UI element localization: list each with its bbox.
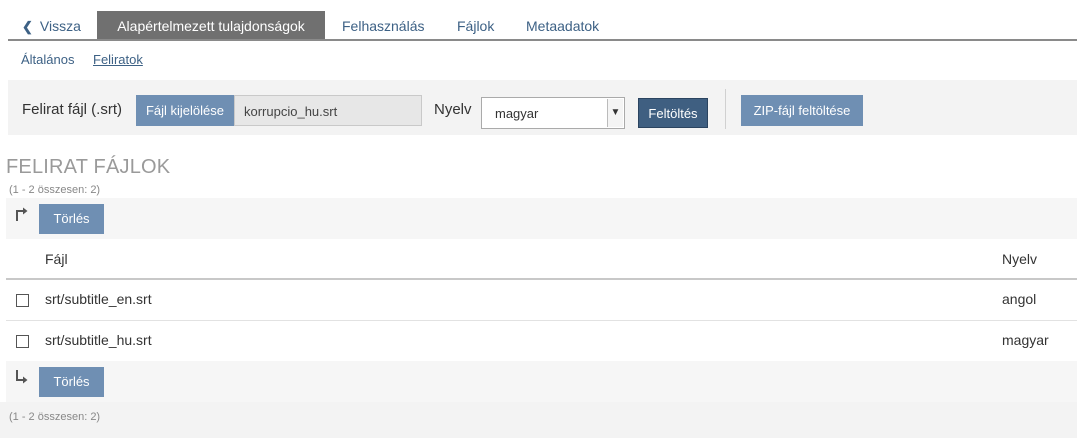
- row-file: srt/subtitle_hu.srt: [45, 332, 152, 348]
- subtitle-file-label: Felirat fájl (.srt): [22, 101, 123, 118]
- chevron-left-icon: ❮: [22, 19, 33, 34]
- row-checkbox[interactable]: [16, 335, 29, 348]
- tab-usage[interactable]: Felhasználás: [342, 11, 425, 39]
- tab-default-properties[interactable]: Alapértelmezett tulajdonságok: [97, 11, 325, 39]
- header-language: Nyelv: [1002, 251, 1038, 267]
- select-file-button[interactable]: Fájl kijelölése: [136, 95, 234, 126]
- table-header: Fájl Nyelv: [6, 239, 1077, 280]
- language-label: Nyelv: [434, 101, 472, 118]
- tab-files[interactable]: Fájlok: [457, 11, 494, 39]
- subnav-general[interactable]: Általános: [21, 52, 74, 67]
- selected-file-name: korrupcio_hu.srt: [234, 95, 422, 126]
- row-language: magyar: [1002, 332, 1049, 348]
- upload-bar: Felirat fájl (.srt) Fájl kijelölése korr…: [8, 80, 1077, 135]
- back-link[interactable]: ❮ Vissza: [22, 11, 81, 39]
- delete-button-bottom[interactable]: Törlés: [39, 367, 104, 397]
- footer-strip: [0, 402, 1077, 438]
- subtitle-files-table: Fájl Nyelv srt/subtitle_en.srt angol srt…: [6, 239, 1077, 362]
- tab-bar: ❮ Vissza Alapértelmezett tulajdonságok Fe…: [8, 11, 1077, 41]
- header-file: Fájl: [45, 251, 68, 267]
- delete-button-top[interactable]: Törlés: [39, 204, 104, 234]
- result-count-top: (1 - 2 összesen: 2): [9, 184, 101, 196]
- zip-upload-button[interactable]: ZIP-fájl feltöltése: [741, 95, 863, 126]
- tab-metadata[interactable]: Metaadatok: [526, 11, 599, 39]
- result-count-bottom: (1 - 2 összesen: 2): [9, 411, 101, 423]
- arrow-down-right-icon: [16, 370, 28, 384]
- upload-button[interactable]: Feltöltés: [638, 98, 708, 128]
- chevron-down-icon: ▼: [607, 99, 623, 127]
- language-select[interactable]: magyar ▼: [481, 97, 625, 129]
- subnav-subtitles[interactable]: Feliratok: [93, 52, 143, 67]
- back-label: Vissza: [39, 18, 81, 34]
- section-title: FELIRAT FÁJLOK: [6, 156, 171, 178]
- row-language: angol: [1002, 291, 1037, 307]
- row-checkbox[interactable]: [16, 294, 29, 307]
- table-row: srt/subtitle_en.srt angol: [6, 280, 1077, 321]
- arrow-up-right-icon: [16, 207, 28, 221]
- table-row: srt/subtitle_hu.srt magyar: [6, 321, 1077, 362]
- action-bar-bottom: Törlés: [6, 361, 1077, 402]
- divider: [725, 89, 726, 129]
- row-file: srt/subtitle_en.srt: [45, 291, 152, 307]
- action-bar-top: Törlés: [6, 198, 1077, 239]
- language-select-value: magyar: [495, 106, 539, 121]
